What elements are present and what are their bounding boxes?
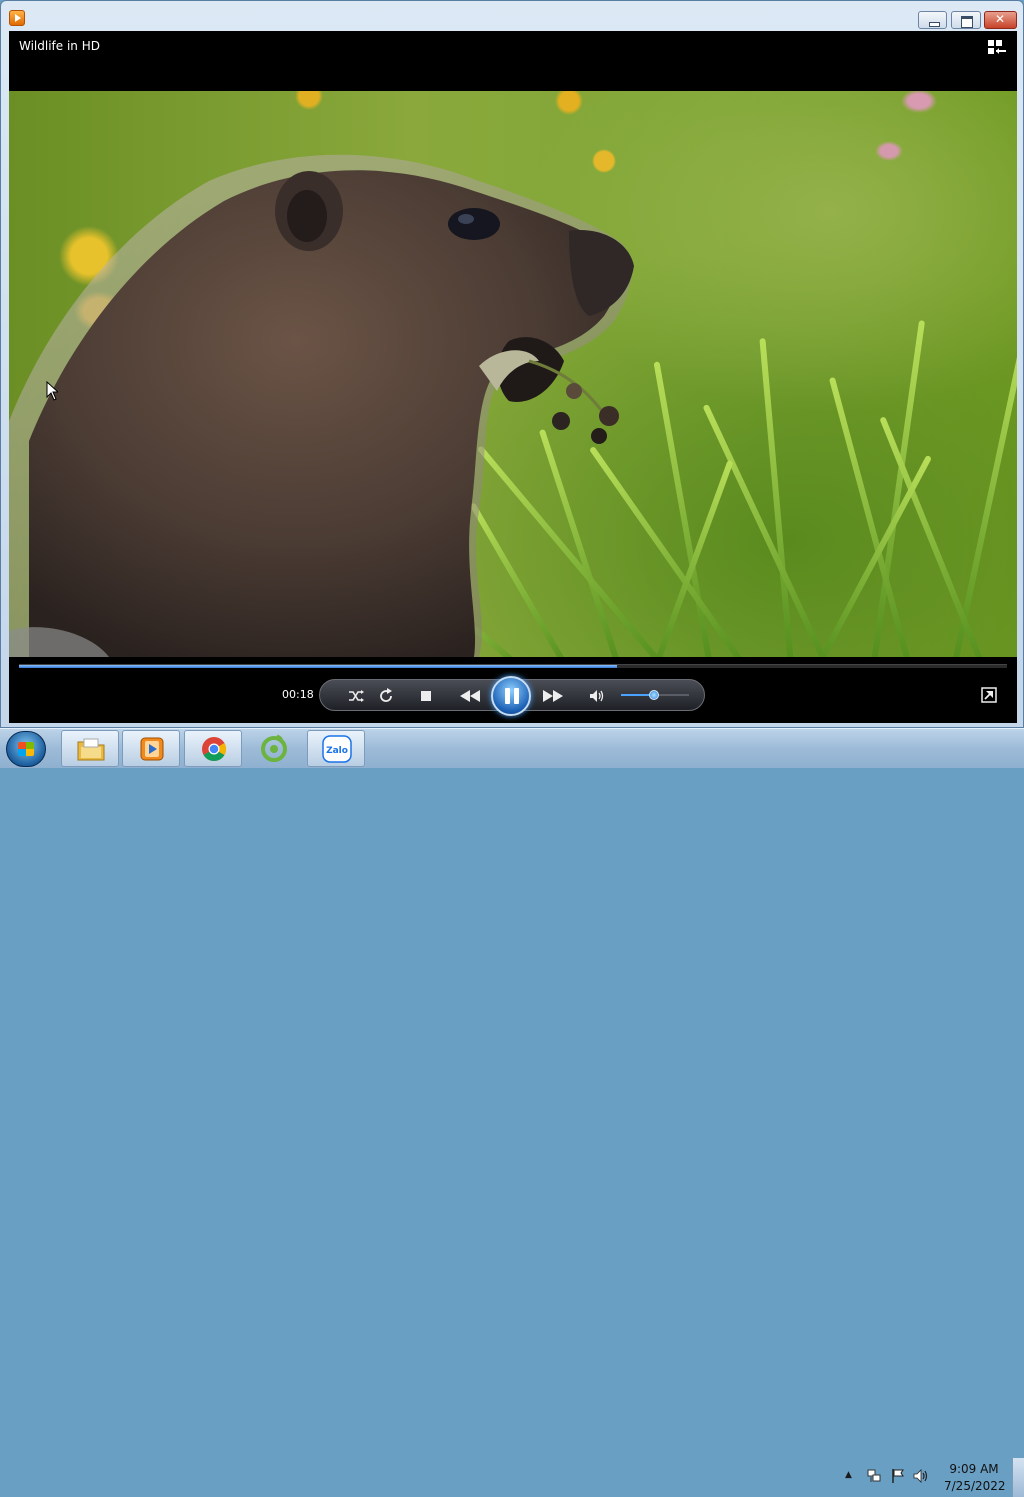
start-button[interactable] [6, 731, 46, 767]
show-desktop-button[interactable] [1012, 1458, 1024, 1497]
taskbar: Zalo ▲ 9:09 AM 7/25/2022 [0, 728, 1024, 1497]
chrome-icon [202, 737, 227, 762]
network-icon[interactable] [866, 1468, 882, 1484]
shuffle-button[interactable] [346, 686, 366, 706]
zalo-label: Zalo [326, 746, 348, 756]
show-hidden-icons-button[interactable]: ▲ [845, 1470, 852, 1480]
flag-icon[interactable] [890, 1468, 906, 1484]
taskbar-item-windows-media-player[interactable] [122, 730, 180, 767]
clock-date[interactable]: 7/25/2022 [944, 1479, 1006, 1493]
zalo-icon: Zalo [322, 735, 352, 763]
video-frame[interactable] [9, 91, 1017, 657]
taskbar-item-coccoc[interactable] [245, 730, 303, 767]
mute-button[interactable] [587, 686, 607, 706]
close-button[interactable] [984, 11, 1017, 29]
taskbar-item-explorer[interactable] [61, 730, 119, 767]
title-bar[interactable] [1, 1, 1023, 31]
taskbar-item-zalo[interactable]: Zalo [307, 730, 365, 767]
folder-icon [77, 738, 105, 761]
media-player-icon [140, 737, 164, 761]
maximize-button[interactable] [951, 11, 981, 29]
player-area: Wildlife in HD 00:18 [9, 31, 1017, 723]
repeat-button[interactable] [376, 686, 396, 706]
shuffle-icon [349, 690, 364, 702]
taskbar-item-chrome[interactable] [184, 730, 242, 767]
minimize-button[interactable] [918, 11, 947, 29]
stop-icon [421, 691, 431, 701]
volume-thumb[interactable] [649, 690, 659, 700]
switch-to-library-icon[interactable] [987, 39, 1007, 55]
volume-slider[interactable] [621, 690, 689, 700]
repeat-icon [380, 688, 392, 702]
coccoc-icon [261, 734, 287, 762]
media-player-icon [9, 10, 25, 26]
previous-button[interactable] [456, 686, 484, 706]
seek-bar[interactable] [19, 664, 1007, 668]
speaker-icon [590, 690, 604, 702]
fullscreen-icon[interactable] [981, 687, 997, 703]
elapsed-time: 00:18 [282, 688, 314, 701]
now-playing-title: Wildlife in HD [19, 39, 100, 53]
marmot-image [9, 154, 634, 657]
mouse-cursor-icon [46, 381, 58, 401]
seek-bar-fill [19, 665, 617, 668]
previous-icon [460, 690, 480, 702]
media-player-window: Wildlife in HD [0, 0, 1024, 728]
stop-button[interactable] [416, 686, 436, 706]
clock-time[interactable]: 9:09 AM [948, 1462, 1000, 1476]
next-button[interactable] [539, 686, 567, 706]
volume-icon[interactable] [913, 1468, 929, 1484]
next-icon [543, 690, 563, 702]
pause-button[interactable] [491, 676, 531, 716]
